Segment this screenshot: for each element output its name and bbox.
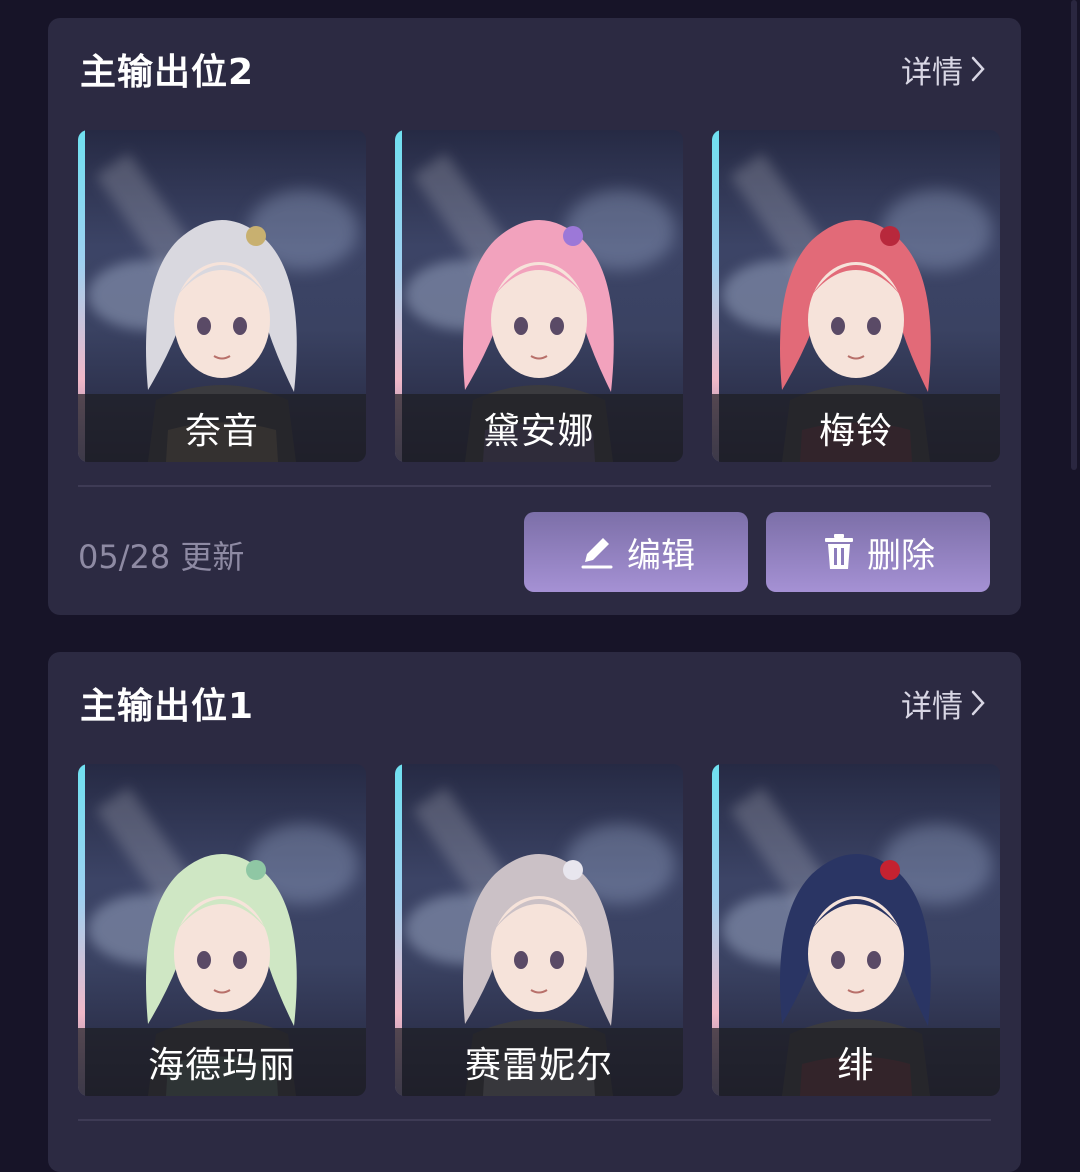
character-name: 黛安娜 [395,394,683,462]
team-card: 主输出位2 详情 奈音 黛安娜 梅铃 05/28 更新 编辑 删除 [48,18,1021,615]
character-card[interactable]: 黛安娜 [395,130,683,462]
divider [78,1119,991,1121]
edit-label: 编辑 [627,535,695,576]
chevron-right-icon [971,56,985,82]
team-card-footer: 05/28 更新 编辑 删除 [78,512,991,592]
character-name: 绯 [712,1028,1000,1096]
character-card[interactable]: 奈音 [78,130,366,462]
team-card-header: 主输出位1 详情 [80,678,985,728]
character-name: 赛雷妮尔 [395,1028,683,1096]
team-members: 海德玛丽 赛雷妮尔 绯 [78,764,1000,1096]
trash-icon [825,534,853,569]
update-timestamp: 05/28 更新 [78,538,245,576]
team-card-header: 主输出位2 详情 [80,44,985,94]
character-name: 奈音 [78,394,366,462]
team-card: 主输出位1 详情 海德玛丽 赛雷妮尔 绯 [48,652,1021,1172]
details-link[interactable]: 详情 [901,681,985,726]
team-members: 奈音 黛安娜 梅铃 [78,130,1000,462]
details-label: 详情 [901,54,963,91]
character-card[interactable]: 绯 [712,764,1000,1096]
character-name: 梅铃 [712,394,1000,462]
character-name: 海德玛丽 [78,1028,366,1096]
details-link[interactable]: 详情 [901,47,985,92]
details-label: 详情 [901,688,963,725]
delete-label: 删除 [867,535,935,576]
divider [78,485,991,487]
chevron-right-icon [971,690,985,716]
character-card[interactable]: 赛雷妮尔 [395,764,683,1096]
character-card[interactable]: 梅铃 [712,130,1000,462]
edit-button[interactable]: 编辑 [524,512,748,592]
delete-button[interactable]: 删除 [766,512,990,592]
character-card[interactable]: 海德玛丽 [78,764,366,1096]
pencil-icon [581,538,613,569]
team-title: 主输出位2 [80,52,255,93]
scrollbar[interactable] [1071,0,1077,470]
team-title: 主输出位1 [80,686,255,727]
